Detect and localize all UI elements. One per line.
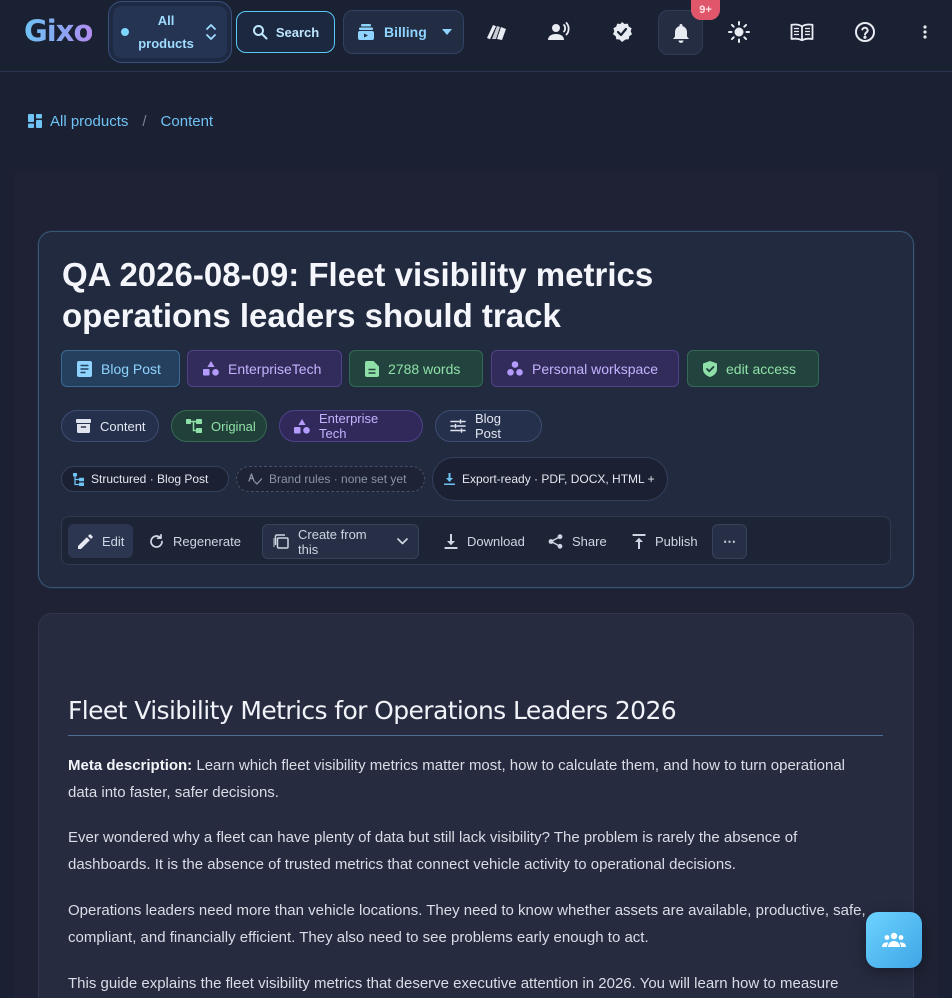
status-dot: [121, 28, 129, 36]
book-icon[interactable]: [786, 16, 818, 48]
meta-description-label: Meta description:: [68, 757, 193, 774]
publish-button[interactable]: Publish: [622, 524, 708, 558]
tag-word-count[interactable]: 2788 words: [349, 350, 483, 387]
download-icon: [444, 533, 458, 549]
billing-label: Billing: [384, 24, 427, 40]
search-button[interactable]: Search: [236, 11, 335, 53]
article-paragraph-3: This guide explains the fleet visibility…: [68, 975, 839, 992]
sun-icon[interactable]: [723, 16, 755, 48]
breadcrumb-content[interactable]: Content: [161, 113, 214, 130]
more-actions-button[interactable]: ⋯: [712, 524, 747, 559]
structure-chip[interactable]: Structured · Blog Post: [61, 466, 229, 492]
spellcheck-icon: [248, 473, 262, 485]
search-label: Search: [275, 24, 320, 40]
product-switcher-label: All products: [138, 13, 194, 51]
chip-original[interactable]: Original: [171, 410, 267, 442]
notification-badge: 9+: [691, 0, 720, 20]
tag-label: EnterpriseTech: [228, 360, 322, 377]
tree-icon: [186, 419, 202, 433]
shapes-icon: [203, 361, 219, 376]
chip-content[interactable]: Content: [61, 410, 159, 442]
tag-label: edit access: [726, 360, 797, 377]
sliders-icon: [450, 419, 466, 433]
workspace-icon: [507, 361, 523, 376]
breadcrumb: All products / Content: [28, 111, 213, 131]
cards-icon[interactable]: [480, 16, 512, 48]
chip-label: Blog Post: [475, 411, 502, 441]
document-icon: [77, 360, 92, 377]
team-icon: [882, 932, 906, 948]
product-switcher[interactable]: All products: [108, 1, 232, 63]
breadcrumb-all-products[interactable]: All products: [50, 113, 128, 130]
grid-icon: [28, 114, 42, 128]
tag-personal-workspace[interactable]: Personal workspace: [491, 350, 679, 387]
help-icon[interactable]: [849, 16, 881, 48]
upload-icon: [632, 533, 646, 549]
chevron-down-icon: [397, 538, 408, 545]
copy-icon: [273, 534, 289, 549]
chip-label: Enterprise Tech: [319, 411, 379, 441]
structure-icon: [73, 472, 84, 486]
edit-button[interactable]: Edit: [68, 524, 133, 558]
create-from-label: Create from this: [298, 526, 367, 557]
chip-enterprise-tech[interactable]: Enterprise Tech: [279, 410, 423, 442]
search-icon: [252, 24, 268, 40]
shapes-icon: [294, 418, 310, 434]
article-heading: Fleet Visibility Metrics for Operations …: [68, 696, 883, 736]
share-icon: [548, 533, 563, 549]
article-paragraph-1: Ever wondered why a fleet can have plent…: [68, 829, 798, 873]
pencil-icon: [78, 533, 93, 549]
tag-enterprisetech[interactable]: EnterpriseTech: [187, 350, 342, 387]
chip-label: Original: [211, 418, 256, 434]
export-chip[interactable]: Export-ready · PDF, DOCX, HTML +: [432, 457, 668, 501]
download-icon: [444, 473, 455, 485]
team-chat-button[interactable]: [866, 912, 922, 968]
publish-label: Publish: [655, 533, 698, 549]
verified-badge-icon[interactable]: [606, 16, 638, 48]
kebab-menu-icon[interactable]: [909, 16, 941, 48]
download-label: Download: [467, 533, 525, 549]
regenerate-button[interactable]: Regenerate: [139, 524, 251, 558]
share-label: Share: [572, 533, 607, 549]
document-title: QA 2026-08-09: Fleet visibility metrics …: [62, 256, 654, 334]
regenerate-label: Regenerate: [173, 533, 241, 549]
bell-icon: [672, 23, 690, 43]
brand-rules-label: Brand rules · none set yet: [269, 472, 407, 486]
tag-edit-access[interactable]: edit access: [687, 350, 819, 387]
structure-label: Structured · Blog Post: [91, 472, 209, 486]
chip-blog-post[interactable]: Blog Post: [435, 410, 542, 442]
voice-user-icon[interactable]: [543, 16, 575, 48]
export-label: Export-ready · PDF, DOCX, HTML +: [462, 472, 655, 486]
download-button[interactable]: Download: [434, 524, 535, 558]
chevron-up-down-icon: [205, 23, 217, 41]
create-from-this-dropdown[interactable]: Create from this: [262, 524, 419, 559]
tag-blog-post[interactable]: Blog Post: [61, 350, 180, 387]
shield-icon: [703, 360, 717, 377]
billing-icon: [357, 23, 375, 41]
refresh-icon: [149, 533, 164, 549]
billing-dropdown[interactable]: Billing: [343, 10, 464, 54]
word-count-icon: [365, 360, 379, 377]
chip-label: Content: [100, 418, 146, 434]
article-paragraph-2: Operations leaders need more than vehicl…: [68, 902, 866, 946]
tag-label: Blog Post: [101, 360, 161, 377]
breadcrumb-separator: /: [142, 112, 147, 130]
share-button[interactable]: Share: [538, 524, 617, 558]
brand-rules-chip[interactable]: Brand rules · none set yet: [236, 466, 425, 492]
meta-description: Meta description: Learn which fleet visi…: [68, 752, 878, 806]
archive-icon: [76, 419, 91, 433]
tag-label: 2788 words: [388, 360, 461, 377]
chevron-down-icon: [441, 29, 452, 35]
tag-label: Personal workspace: [532, 360, 659, 377]
edit-label: Edit: [102, 533, 125, 549]
app-logo[interactable]: Gixo: [24, 14, 93, 48]
